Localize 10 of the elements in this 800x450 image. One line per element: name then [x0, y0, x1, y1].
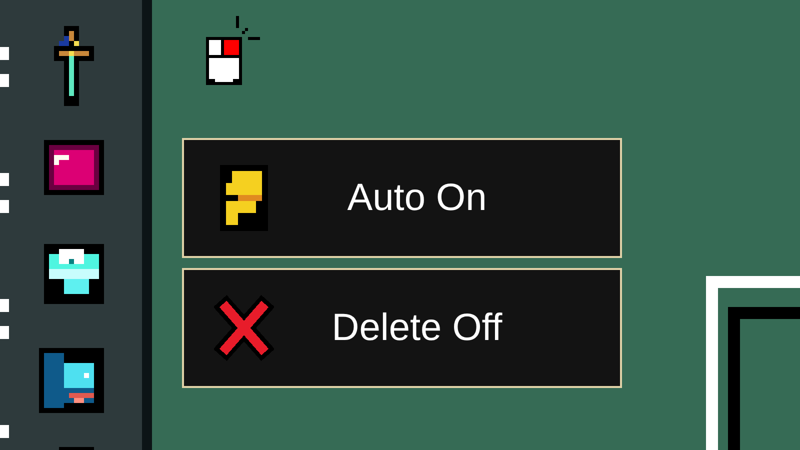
scroll-marker — [0, 326, 9, 339]
scroll-marker — [0, 173, 9, 186]
cross-icon — [214, 295, 274, 361]
toggle-button[interactable]: Auto On — [182, 138, 622, 258]
scroll-marker — [0, 299, 9, 312]
scroll-marker — [0, 74, 9, 87]
toggle-button[interactable]: Delete Off — [182, 268, 622, 388]
scroll-marker — [0, 47, 9, 60]
scroll-marker — [0, 425, 9, 438]
scroll-marker — [0, 200, 9, 213]
